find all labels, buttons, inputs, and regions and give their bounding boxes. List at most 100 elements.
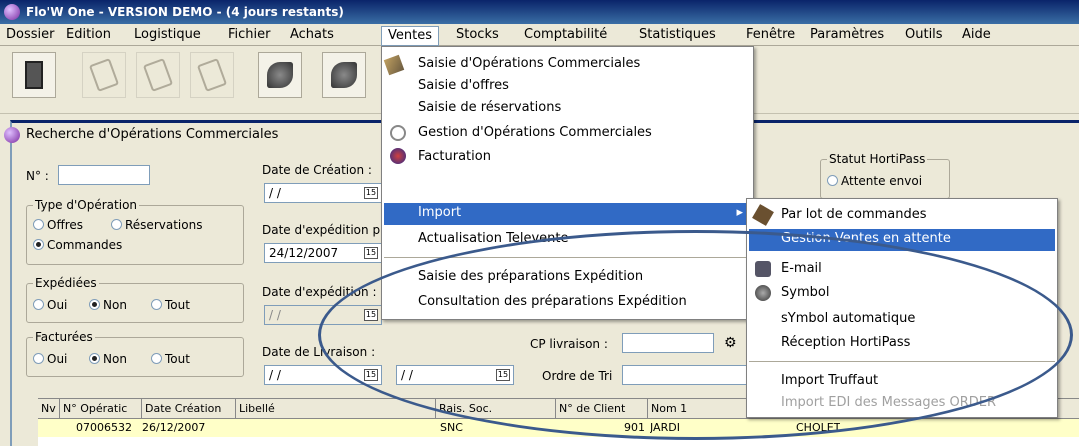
menu-separator — [384, 257, 751, 258]
toolbar-button-2[interactable] — [136, 52, 180, 98]
radio-exp-non[interactable]: Non — [89, 298, 127, 312]
menu-saisie-operations[interactable]: Saisie d'Opérations Commerciales — [418, 54, 640, 74]
calendar-icon[interactable]: 15 — [364, 369, 378, 381]
scissors-icon — [383, 54, 405, 76]
calendar-icon[interactable]: 15 — [364, 247, 378, 259]
radio-exp-oui[interactable]: Oui — [33, 298, 67, 312]
menu-fichier[interactable]: Fichier — [226, 27, 273, 43]
radio-commandes[interactable]: Commandes — [33, 238, 122, 252]
radio-icon — [33, 299, 44, 310]
radio-icon — [33, 219, 44, 230]
menu-fenetre[interactable]: Fenêtre — [744, 27, 797, 43]
date-expedition-value: / / — [269, 308, 281, 322]
col-num-operation[interactable]: N° Opératic — [60, 399, 142, 419]
toolbar-button-5[interactable] — [322, 52, 366, 98]
calendar-icon[interactable]: 15 — [364, 309, 378, 321]
date-livraison-value-2: / / — [401, 368, 413, 382]
menu-facturation[interactable]: Facturation — [418, 147, 491, 167]
radio-fac-tout[interactable]: Tout — [151, 352, 190, 366]
submenu-arrow-icon: ▸ — [736, 205, 743, 220]
radio-offres[interactable]: Offres — [33, 218, 83, 232]
facturees-group: Facturées Oui Non Tout — [26, 330, 244, 377]
radio-fac-tout-label: Tout — [165, 352, 190, 366]
num-label: N° : — [26, 169, 49, 183]
date-expedition-label: Date d'expédition : — [262, 285, 377, 299]
ordre-tri-label: Ordre de Tri — [542, 369, 613, 383]
radio-icon — [827, 175, 838, 186]
calendar-icon[interactable]: 15 — [496, 369, 510, 381]
radio-exp-tout-label: Tout — [165, 298, 190, 312]
cp-livraison-input[interactable] — [622, 333, 714, 353]
search-icon[interactable]: ⚙ — [724, 335, 737, 351]
toolbar-button-3[interactable] — [190, 52, 234, 98]
col-num-client[interactable]: N° de Client — [556, 399, 648, 419]
menu-outils[interactable]: Outils — [903, 27, 945, 43]
col-libelle[interactable]: Libellé — [236, 399, 436, 419]
expediees-title: Expédiées — [33, 276, 99, 290]
num-input[interactable] — [58, 165, 150, 185]
import-submenu: Par lot de commandes Gestion Ventes en a… — [746, 198, 1058, 418]
menu-logistique[interactable]: Logistique — [132, 27, 203, 43]
toolbar-button-1[interactable] — [82, 52, 126, 98]
menu-saisie-preparations[interactable]: Saisie des préparations Expédition — [418, 267, 643, 287]
date-creation-value: / / — [269, 186, 281, 200]
menu-dossier[interactable]: Dossier — [4, 27, 56, 43]
menu-email[interactable]: E-mail — [781, 259, 822, 279]
radio-reservations[interactable]: Réservations — [111, 218, 202, 232]
menu-reception-hortipass[interactable]: Réception HortiPass — [781, 333, 910, 353]
radio-icon — [151, 353, 162, 364]
document-icon — [88, 58, 120, 92]
ordre-tri-select[interactable] — [622, 365, 762, 385]
menu-import-truffaut[interactable]: Import Truffaut — [781, 371, 878, 391]
title-bar: Flo'W One - VERSION DEMO - (4 jours rest… — [0, 0, 1079, 24]
radio-exp-tout[interactable]: Tout — [151, 298, 190, 312]
document-icon — [196, 58, 228, 92]
exit-button[interactable] — [12, 52, 56, 98]
menu-comptabilite[interactable]: Comptabilité — [522, 27, 609, 43]
table-row[interactable]: 07006532 26/12/2007 SNC 901 JARDI CHOLET — [38, 419, 1079, 437]
type-operation-group: Type d'Opération Offres Réservations Com… — [26, 198, 244, 265]
menu-edition[interactable]: Edition — [64, 27, 113, 43]
menu-par-lot[interactable]: Par lot de commandes — [781, 205, 927, 225]
menu-import-edi: Import EDI des Messages ORDER — [781, 395, 997, 410]
cell-operation: 07006532 — [76, 421, 132, 434]
radio-selected-icon — [89, 353, 100, 364]
calendar-icon[interactable]: 15 — [364, 187, 378, 199]
radio-icon — [151, 299, 162, 310]
menu-achats[interactable]: Achats — [288, 27, 336, 43]
expediees-group: Expédiées Oui Non Tout — [26, 276, 244, 323]
menu-import[interactable]: Import ▸ — [384, 203, 751, 225]
menu-consultation-preparations[interactable]: Consultation des préparations Expédition — [418, 292, 687, 312]
menu-gestion-operations[interactable]: Gestion d'Opérations Commerciales — [418, 123, 652, 143]
leaf-icon — [267, 62, 293, 88]
radio-fac-non[interactable]: Non — [89, 352, 127, 366]
menu-stocks[interactable]: Stocks — [454, 27, 501, 43]
menu-gestion-ventes-attente[interactable]: Gestion Ventes en attente — [749, 229, 1055, 251]
radio-attente-envoi[interactable]: Attente envoi — [827, 174, 922, 188]
radio-exp-oui-label: Oui — [47, 298, 68, 312]
date-creation-label: Date de Création : — [262, 163, 372, 177]
radio-fac-oui[interactable]: Oui — [33, 352, 67, 366]
date-livraison-label: Date de Livraison : — [262, 345, 376, 359]
menu-aide[interactable]: Aide — [960, 27, 993, 43]
col-nom1[interactable]: Nom 1 — [648, 399, 748, 419]
col-rais-soc[interactable]: Rais. Soc. — [436, 399, 556, 419]
menu-actualisation-televente[interactable]: Actualisation Televente — [418, 229, 568, 249]
batch-icon — [752, 204, 774, 226]
menu-saisie-reservations[interactable]: Saisie de réservations — [418, 98, 561, 118]
window-icon — [4, 127, 20, 143]
menu-saisie-offres[interactable]: Saisie d'offres — [418, 76, 509, 96]
type-operation-title: Type d'Opération — [33, 198, 140, 212]
toolbar-button-4[interactable] — [258, 52, 302, 98]
date-livraison-value: / / — [269, 368, 281, 382]
symbol-icon — [755, 285, 771, 301]
menu-statistiques[interactable]: Statistiques — [637, 27, 718, 43]
menu-parametres[interactable]: Paramètres — [808, 27, 886, 43]
col-date-creation[interactable]: Date Création — [142, 399, 236, 419]
col-nv[interactable]: Nv — [38, 399, 60, 419]
menu-symbol-automatique[interactable]: sYmbol automatique — [781, 309, 915, 329]
cell-ville: CHOLET — [796, 421, 841, 434]
menu-ventes[interactable]: Ventes — [381, 26, 439, 46]
menu-symbol[interactable]: Symbol — [781, 283, 829, 303]
menu-gestion-ventes-label: Gestion Ventes en attente — [781, 231, 951, 246]
